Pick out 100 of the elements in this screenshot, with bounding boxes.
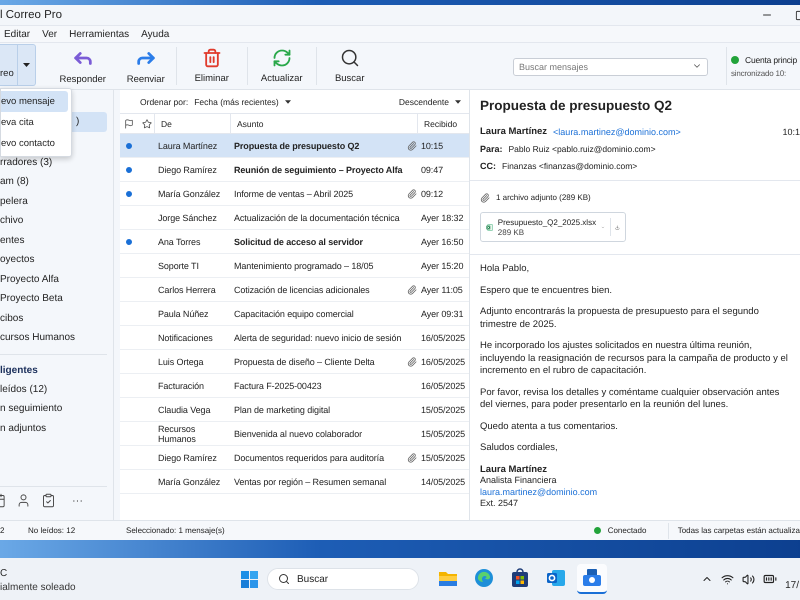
sender-text: Notificaciones [157, 332, 214, 342]
signature-email-link[interactable]: laura.martinez@dominio.com [480, 486, 790, 498]
received-text: 09:47 [420, 164, 444, 174]
folder-item[interactable]: entes [0, 230, 107, 250]
sender-text: Soporte TI [157, 260, 200, 270]
recipient-text: Finanzas <finanzas@dominio.com> [502, 160, 638, 170]
sender-text: María González [157, 188, 222, 198]
menu-item[interactable]: Herramientas [63, 28, 136, 40]
signature-name: Laura Martínez [480, 464, 548, 475]
received-text: Ayer 18:32 [420, 212, 464, 222]
body-paragraph: Espero que te encuentres bien. [480, 284, 614, 297]
subject-text: Mantenimiento programado – 18/05 [234, 260, 374, 270]
received-text: Ayer 16:50 [420, 236, 464, 246]
weather-text: ialmente soleado [0, 582, 77, 592]
battery-icon[interactable] [763, 572, 778, 586]
search-field[interactable]: Buscar mensajes [513, 58, 708, 76]
wifi-icon[interactable] [721, 572, 734, 586]
sender-text: Facturación [157, 380, 205, 390]
sender-text: Diego Ramírez [157, 452, 218, 462]
contacts-button[interactable] [16, 493, 31, 508]
sender-text: Diego Ramírez [157, 164, 218, 174]
weather-temperature: C [0, 568, 8, 578]
body-paragraph: He incorporado los ajustes solicitados en nuestra última reunión, incluyendo la reasignación de recursos para la campaña de producto y el incremento en el rubro de capacitación. [480, 340, 789, 378]
body-paragraph: Hola Pablo, [480, 263, 530, 276]
search-icon [340, 48, 360, 68]
sort-dropdown[interactable]: Fecha (más recientes) [194, 96, 279, 106]
subject-text: Plan de marketing digital [234, 404, 330, 414]
body-paragraph: Quedo atenta a tus comentarios. [480, 420, 619, 433]
order-dropdown[interactable]: Descendente [398, 96, 449, 106]
received-text: 15/05/2025 [420, 428, 466, 438]
account-name: Cuenta princip [745, 55, 798, 65]
folder-item[interactable]: cursos Humanos [0, 328, 107, 348]
received-text: Ayer 11:05 [420, 284, 464, 294]
folder-item[interactable]: oyectos [0, 250, 107, 270]
message-row[interactable]: Laura Martínez Propuesta de presupuesto Q2 10:15 [120, 134, 469, 158]
folder-item[interactable]: Proyecto Alfa [0, 270, 107, 289]
trash-icon [202, 48, 222, 68]
received-text: 16/05/2025 [420, 332, 466, 342]
folder-item[interactable]: cibos [0, 308, 107, 328]
received-text: Ayer 15:20 [420, 260, 464, 270]
menu-entry[interactable]: evo contacto [1, 133, 68, 154]
new-button[interactable]: reo [0, 45, 18, 85]
caret-icon [455, 100, 461, 104]
refresh-icon [272, 48, 292, 68]
speaker-icon[interactable] [742, 572, 756, 586]
subject-text: Reunión de seguimiento – Proyecto Alfa [234, 164, 402, 174]
received-text: 15/05/2025 [420, 452, 466, 462]
taskbar-search[interactable]: Buscar [267, 568, 419, 590]
sync-status: Todas las carpetas están actualiza [678, 526, 800, 535]
folder-item[interactable]: rradores (3) [0, 152, 107, 172]
start-button[interactable] [241, 570, 258, 588]
tasks-button[interactable] [41, 493, 56, 508]
delete-button[interactable]: Eliminar [176, 43, 247, 89]
message-subject: Propuesta de presupuesto Q2 [480, 98, 674, 113]
column-header[interactable]: Asunto [230, 114, 417, 133]
more-button[interactable]: ··· [72, 494, 83, 506]
subject-text: Ventas por región – Resumen semanal [234, 476, 386, 486]
body-paragraph: Saludos cordiales, [480, 442, 559, 454]
sender-text: Carlos Herrera [157, 284, 217, 294]
folder-item[interactable]: n seguimiento [0, 399, 107, 418]
sender-text: Laura Martínez [157, 140, 218, 150]
taskbar-app[interactable] [577, 564, 607, 594]
recipient-text: Pablo Ruiz <pablo.ruiz@dominio.com> [508, 144, 656, 154]
forward-button[interactable]: Reenviar [116, 43, 176, 89]
sender-email-link[interactable]: <laura.martinez@dominio.com> [553, 126, 681, 136]
folder-item[interactable]: am (8) [0, 172, 107, 192]
menu-entry[interactable]: evo mensaje [1, 91, 68, 112]
folder-item[interactable]: chivo [0, 211, 107, 230]
received-text: Ayer 09:31 [420, 308, 464, 318]
menu-item[interactable]: Ayuda [135, 28, 176, 40]
unread-count: No leídos: 12 [28, 526, 76, 535]
attachment-card[interactable]: Presupuesto_Q2_2025.xlsx 289 KB [480, 212, 626, 242]
column-header[interactable]: Recibido [417, 114, 469, 133]
refresh-button[interactable]: Actualizar [248, 43, 316, 89]
subject-text: Solicitud de acceso al servidor [234, 236, 363, 246]
flag-icon[interactable] [124, 118, 134, 128]
connection-status: Conectado [608, 526, 648, 535]
caret-icon [22, 63, 30, 67]
reply-button[interactable]: Responder [50, 43, 116, 89]
folder-item[interactable]: n adjuntos [0, 418, 107, 438]
folder-item[interactable]: leídos (12) [0, 380, 107, 399]
body-paragraph: Adjunto encontrarás la propuesta de presupuesto para el segundo trimestre de 2025. [480, 306, 760, 331]
sender-text: Claudia Vega [157, 404, 212, 414]
selection-status: Seleccionado: 1 mensaje(s) [126, 526, 225, 535]
menu-item[interactable]: Ver [36, 28, 64, 40]
folder-item[interactable]: Proyecto Beta [0, 289, 107, 308]
mail-client-icon [582, 568, 602, 588]
sender-text: María González [157, 476, 222, 486]
sender-name: Laura Martínez [480, 126, 548, 137]
star-icon[interactable] [142, 118, 152, 128]
folder-item[interactable]: pelera [0, 192, 107, 211]
subject-text: Documentos requeridos para auditoría [234, 452, 384, 462]
menu-entry[interactable]: eva cita [1, 112, 68, 133]
column-header[interactable]: De [154, 114, 230, 133]
received-text: 09:12 [420, 188, 444, 198]
subject-text: Informe de ventas – Abril 2025 [234, 188, 354, 198]
search-button[interactable]: Buscar [316, 43, 383, 89]
subject-text: Actualización de la documentación técnica [234, 212, 400, 222]
menu-item[interactable]: Editar [0, 28, 36, 40]
search-icon [278, 573, 290, 585]
